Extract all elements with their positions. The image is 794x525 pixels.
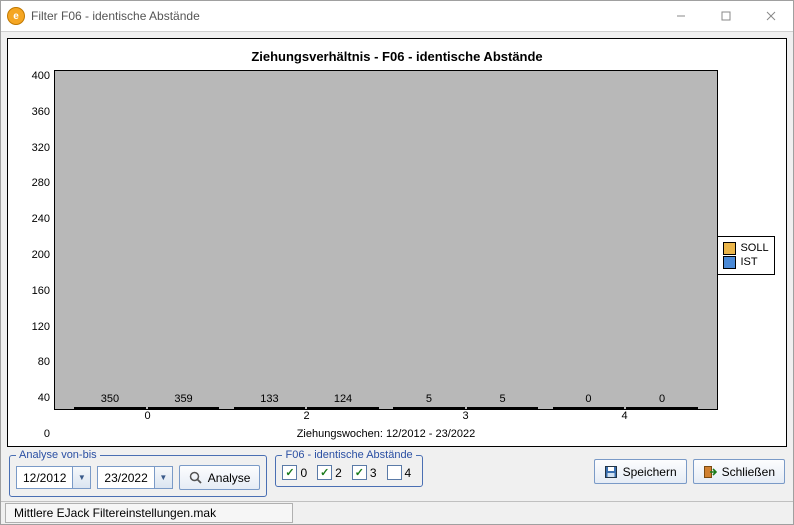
status-file: Mittlere EJack Filtereinstellungen.mak — [5, 503, 293, 523]
app-window: e Filter F06 - identische Abstände Ziehu… — [0, 0, 794, 525]
bar-label: 350 — [101, 393, 119, 405]
plot-area: 3503591331245500 — [54, 70, 718, 410]
y-tick: 160 — [32, 285, 50, 297]
bar-label: 5 — [426, 393, 432, 405]
y-tick: 320 — [32, 142, 50, 154]
x-tick: 4 — [545, 410, 704, 426]
y-tick: 0 — [44, 428, 50, 440]
checkbox-icon — [387, 465, 402, 480]
filter-checkbox-4[interactable]: 4 — [387, 465, 412, 480]
chart-title: Ziehungsverhältnis - F06 - identische Ab… — [20, 49, 774, 64]
checkbox-label: 4 — [405, 466, 412, 480]
checkbox-icon: ✓ — [282, 465, 297, 480]
controls-row: Analyse von-bis 12/2012▼ 23/2022▼ Analys… — [1, 449, 793, 501]
x-tick: 3 — [386, 410, 545, 426]
bar-ist: 359 — [148, 407, 220, 409]
checkbox-label: 3 — [370, 466, 377, 480]
filter-legend: F06 - identische Abstände — [282, 449, 415, 461]
y-tick: 280 — [32, 177, 50, 189]
bar-group: 55 — [388, 407, 544, 409]
y-tick: 360 — [32, 106, 50, 118]
from-combo[interactable]: 12/2012▼ — [16, 466, 91, 489]
bar-soll: 0 — [553, 407, 625, 409]
analyse-legend: Analyse von-bis — [16, 449, 100, 461]
x-axis: 0234 — [54, 410, 718, 426]
filter-fieldset: F06 - identische Abstände ✓0✓2✓34 — [275, 449, 422, 487]
bar-label: 0 — [659, 393, 665, 405]
checkbox-icon: ✓ — [317, 465, 332, 480]
y-tick: 240 — [32, 213, 50, 225]
x-tick: 0 — [68, 410, 227, 426]
chart-body: 40036032028024020016012080400 3503591331… — [20, 70, 774, 440]
window-title: Filter F06 - identische Abstände — [31, 9, 658, 23]
bar-ist: 124 — [307, 407, 379, 409]
filter-checkbox-0[interactable]: ✓0 — [282, 465, 307, 480]
save-icon — [604, 465, 618, 479]
y-tick: 200 — [32, 249, 50, 261]
bar-label: 359 — [174, 393, 192, 405]
bar-group: 133124 — [229, 407, 385, 409]
bar-soll: 5 — [393, 407, 465, 409]
maximize-button[interactable] — [703, 2, 748, 30]
bar-group: 350359 — [69, 407, 225, 409]
search-icon — [189, 471, 203, 485]
dropdown-arrow-icon: ▼ — [154, 467, 172, 488]
legend-swatch-soll — [723, 242, 736, 255]
checkbox-label: 2 — [335, 466, 342, 480]
bar-soll: 350 — [74, 407, 146, 409]
close-window-button[interactable] — [748, 2, 793, 30]
y-tick: 40 — [38, 392, 50, 404]
bar-label: 5 — [499, 393, 505, 405]
bar-label: 0 — [585, 393, 591, 405]
legend: SOLL IST — [718, 70, 774, 440]
y-axis: 40036032028024020016012080400 — [20, 70, 54, 440]
save-button[interactable]: Speichern — [594, 459, 687, 484]
x-tick: 2 — [227, 410, 386, 426]
dropdown-arrow-icon: ▼ — [72, 467, 90, 488]
bar-label: 124 — [334, 393, 352, 405]
exit-icon — [703, 465, 717, 479]
bar-group: 00 — [548, 407, 704, 409]
title-bar: e Filter F06 - identische Abstände — [1, 1, 793, 32]
legend-label-ist: IST — [740, 256, 757, 268]
status-bar: Mittlere EJack Filtereinstellungen.mak — [1, 501, 793, 524]
chart-subtitle: Ziehungswochen: 12/2012 - 23/2022 — [54, 428, 718, 440]
bar-ist: 5 — [467, 407, 539, 409]
filter-checkbox-3[interactable]: ✓3 — [352, 465, 377, 480]
legend-label-soll: SOLL — [740, 242, 768, 254]
legend-swatch-ist — [723, 256, 736, 269]
y-tick: 400 — [32, 70, 50, 82]
checkbox-icon: ✓ — [352, 465, 367, 480]
bar-label: 133 — [260, 393, 278, 405]
app-icon: e — [7, 7, 25, 25]
bar-soll: 133 — [234, 407, 306, 409]
close-button[interactable]: Schließen — [693, 459, 785, 484]
analyse-button[interactable]: Analyse — [179, 465, 261, 490]
filter-checkbox-2[interactable]: ✓2 — [317, 465, 342, 480]
chart-panel: Ziehungsverhältnis - F06 - identische Ab… — [7, 38, 787, 447]
minimize-button[interactable] — [658, 2, 703, 30]
bar-ist: 0 — [626, 407, 698, 409]
analyse-fieldset: Analyse von-bis 12/2012▼ 23/2022▼ Analys… — [9, 449, 267, 497]
to-combo[interactable]: 23/2022▼ — [97, 466, 172, 489]
y-tick: 80 — [38, 356, 50, 368]
y-tick: 120 — [32, 321, 50, 333]
checkbox-label: 0 — [300, 466, 307, 480]
